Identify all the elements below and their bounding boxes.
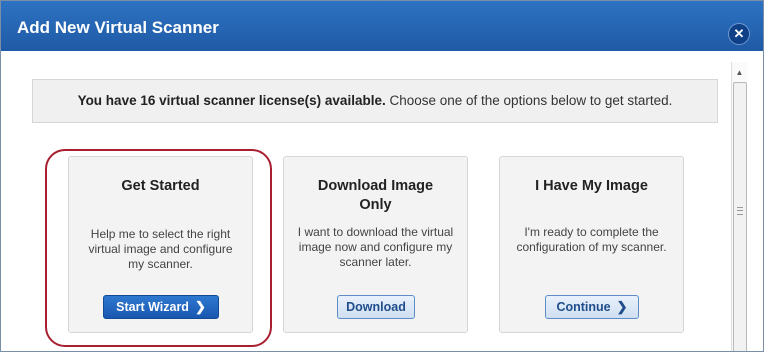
card-description: I'm ready to complete the configuration … xyxy=(516,225,667,254)
start-wizard-button[interactable]: Start Wizard ❯ xyxy=(103,295,219,319)
card-get-started: Get Started Help me to select the right … xyxy=(68,156,253,333)
scroll-up-arrow-icon[interactable]: ▲ xyxy=(732,66,747,80)
card-title: I Have My Image xyxy=(535,178,648,194)
close-icon[interactable]: ✕ xyxy=(728,23,750,45)
download-button[interactable]: Download xyxy=(337,295,415,319)
scrollbar-thumb[interactable] xyxy=(733,82,747,351)
grip-icon xyxy=(737,207,743,215)
license-instruction-text: Choose one of the options below to get s… xyxy=(385,93,673,108)
card-description: Help me to select the right virtual imag… xyxy=(88,227,233,271)
card-i-have-my-image: I Have My Image I'm ready to complete th… xyxy=(499,156,684,333)
continue-label: Continue xyxy=(556,300,611,314)
dialog-title-bar: Add New Virtual Scanner ✕ xyxy=(1,1,763,51)
card-title: Download Image Only xyxy=(317,178,434,213)
license-info-bar: You have 16 virtual scanner license(s) a… xyxy=(32,79,718,123)
dialog-title: Add New Virtual Scanner xyxy=(17,18,219,37)
vertical-scrollbar[interactable]: ▲ xyxy=(731,62,747,351)
start-wizard-label: Start Wizard xyxy=(116,300,189,314)
license-count-text: You have 16 virtual scanner license(s) a… xyxy=(77,93,386,108)
chevron-right-icon: ❯ xyxy=(616,299,628,314)
card-download-image-only: Download Image Only I want to download t… xyxy=(283,156,468,333)
download-label: Download xyxy=(346,300,406,314)
card-title: Get Started xyxy=(121,178,200,194)
continue-button[interactable]: Continue ❯ xyxy=(545,295,639,319)
chevron-right-icon: ❯ xyxy=(194,299,206,314)
card-description: I want to download the virtual image now… xyxy=(297,225,454,269)
add-virtual-scanner-dialog: Add New Virtual Scanner ✕ You have 16 vi… xyxy=(0,0,764,352)
dialog-content: You have 16 virtual scanner license(s) a… xyxy=(1,51,763,351)
